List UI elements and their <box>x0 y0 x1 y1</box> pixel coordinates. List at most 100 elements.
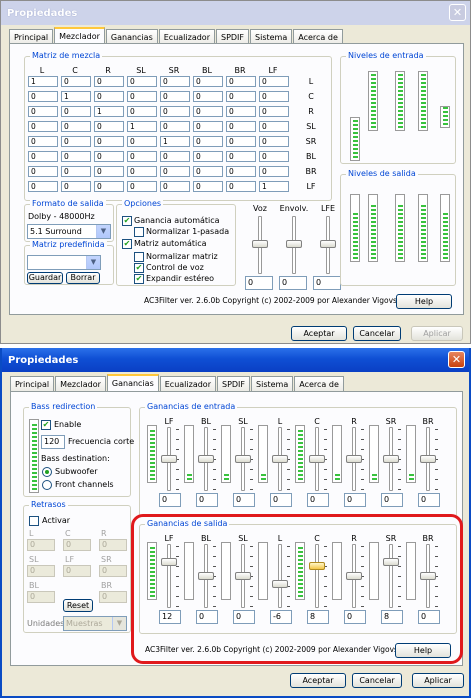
matrix-cell[interactable]: 0 <box>61 106 91 117</box>
gain-value-input[interactable]: 0 <box>418 493 440 507</box>
option-checkbox[interactable]: ✔ <box>134 252 144 262</box>
matrix-cell[interactable]: 1 <box>127 121 157 132</box>
matrix-cell[interactable]: 0 <box>160 166 190 177</box>
matrix-cell[interactable]: 0 <box>226 166 256 177</box>
matrix-cell[interactable]: 1 <box>259 181 289 192</box>
matrix-cell[interactable]: 0 <box>61 151 91 162</box>
matrix-cell[interactable]: 0 <box>94 181 124 192</box>
matrix-cell[interactable]: 0 <box>259 151 289 162</box>
matrix-cell[interactable]: 0 <box>193 151 223 162</box>
gain-slider-thumb[interactable] <box>272 455 288 463</box>
slider-thumb[interactable] <box>252 240 268 248</box>
tab-acerca-de[interactable]: Acerca de <box>293 29 343 44</box>
matrix-cell[interactable]: 1 <box>94 106 124 117</box>
apply-button[interactable]: Aplicar <box>412 673 464 688</box>
tab-mezclador[interactable]: Mezclador <box>55 376 106 391</box>
matrix-cell[interactable]: 0 <box>28 181 58 192</box>
matrix-cell[interactable]: 0 <box>28 136 58 147</box>
matrix-cell[interactable]: 0 <box>160 181 190 192</box>
matrix-cell[interactable]: 0 <box>160 151 190 162</box>
matrix-cell[interactable]: 0 <box>61 136 91 147</box>
delay-value-input[interactable]: 0 <box>63 565 91 577</box>
gain-value-input[interactable]: 0 <box>233 493 255 507</box>
gain-slider-thumb[interactable] <box>198 455 214 463</box>
delay-value-input[interactable]: 0 <box>99 539 127 551</box>
tab-ecualizador[interactable]: Ecualizador <box>158 29 215 44</box>
preset-matrix-select[interactable]: ▼ <box>27 255 101 270</box>
matrix-cell[interactable]: 0 <box>94 151 124 162</box>
tab-sistema[interactable]: Sistema <box>251 376 294 391</box>
gain-slider-thumb[interactable] <box>309 455 325 463</box>
tab-ganancias[interactable]: Ganancias <box>105 29 158 44</box>
matrix-cell[interactable]: 0 <box>226 136 256 147</box>
units-select[interactable]: Muestras ▼ <box>63 616 127 631</box>
matrix-cell[interactable]: 0 <box>259 166 289 177</box>
bass-frequency-input[interactable]: 120 <box>41 435 65 449</box>
front-channels-radio[interactable] <box>42 480 52 490</box>
slider-thumb[interactable] <box>320 240 336 248</box>
save-preset-button[interactable]: Guardar <box>27 272 63 284</box>
delay-value-input[interactable]: 0 <box>27 539 55 551</box>
gain-value-input[interactable]: 0 <box>196 493 218 507</box>
matrix-cell[interactable]: 0 <box>193 106 223 117</box>
gain-slider-thumb[interactable] <box>383 455 399 463</box>
matrix-cell[interactable]: 0 <box>259 91 289 102</box>
matrix-cell[interactable]: 0 <box>259 121 289 132</box>
output-format-select[interactable]: 5.1 Surround ▼ <box>27 224 111 239</box>
delay-value-input[interactable]: 0 <box>63 539 91 551</box>
matrix-cell[interactable]: 0 <box>127 136 157 147</box>
matrix-cell[interactable]: 0 <box>193 181 223 192</box>
matrix-cell[interactable]: 0 <box>28 166 58 177</box>
apply-button[interactable]: Aplicar <box>411 326 463 341</box>
cancel-button[interactable]: Cancelar <box>353 326 401 341</box>
delays-reset-button[interactable]: Reset <box>63 599 93 612</box>
option-checkbox[interactable]: ✔ <box>134 227 144 237</box>
gain-value-input[interactable]: 0 <box>381 493 403 507</box>
ok-button[interactable]: Aceptar <box>291 326 347 341</box>
option-checkbox[interactable]: ✔ <box>134 274 144 284</box>
ok-button[interactable]: Aceptar <box>290 673 346 688</box>
matrix-cell[interactable]: 0 <box>226 106 256 117</box>
matrix-cell[interactable]: 0 <box>94 91 124 102</box>
matrix-cell[interactable]: 0 <box>127 151 157 162</box>
tab-spdif[interactable]: SPDIF <box>215 29 250 44</box>
tab-principal[interactable]: Principal <box>10 376 55 391</box>
matrix-cell[interactable]: 0 <box>61 166 91 177</box>
matrix-cell[interactable]: 0 <box>226 91 256 102</box>
matrix-cell[interactable]: 0 <box>28 121 58 132</box>
matrix-cell[interactable]: 0 <box>160 91 190 102</box>
matrix-cell[interactable]: 0 <box>94 76 124 87</box>
matrix-cell[interactable]: 0 <box>160 106 190 117</box>
matrix-cell[interactable]: 0 <box>193 166 223 177</box>
matrix-cell[interactable]: 0 <box>226 76 256 87</box>
matrix-cell[interactable]: 0 <box>160 76 190 87</box>
tab-ganancias[interactable]: Ganancias <box>106 374 159 391</box>
delete-preset-button[interactable]: Borrar <box>66 272 100 284</box>
matrix-cell[interactable]: 0 <box>193 91 223 102</box>
delays-activate-checkbox[interactable]: ✔ <box>29 516 39 526</box>
option-checkbox[interactable]: ✔ <box>122 216 132 226</box>
matrix-cell[interactable]: 0 <box>259 76 289 87</box>
matrix-cell[interactable]: 0 <box>94 136 124 147</box>
matrix-cell[interactable]: 0 <box>193 136 223 147</box>
help-button[interactable]: Help <box>396 294 452 309</box>
matrix-cell[interactable]: 0 <box>127 166 157 177</box>
option-checkbox[interactable]: ✔ <box>134 263 144 273</box>
gain-value-input[interactable]: 0 <box>159 493 181 507</box>
matrix-cell[interactable]: 0 <box>127 106 157 117</box>
gain-slider-thumb[interactable] <box>161 455 177 463</box>
bass-enable-checkbox[interactable]: ✔ <box>41 420 51 430</box>
matrix-cell[interactable]: 1 <box>160 136 190 147</box>
tab-principal[interactable]: Principal <box>9 29 54 44</box>
delay-value-input[interactable]: 0 <box>27 565 55 577</box>
matrix-cell[interactable]: 0 <box>127 76 157 87</box>
matrix-cell[interactable]: 0 <box>193 76 223 87</box>
matrix-cell[interactable]: 1 <box>61 91 91 102</box>
matrix-cell[interactable]: 0 <box>226 151 256 162</box>
matrix-cell[interactable]: 0 <box>127 181 157 192</box>
delay-value-input[interactable]: 0 <box>99 591 127 603</box>
tab-acerca-de[interactable]: Acerca de <box>294 376 344 391</box>
delay-value-input[interactable]: 0 <box>99 565 127 577</box>
tab-sistema[interactable]: Sistema <box>250 29 293 44</box>
gain-value-input[interactable]: 0 <box>270 493 292 507</box>
